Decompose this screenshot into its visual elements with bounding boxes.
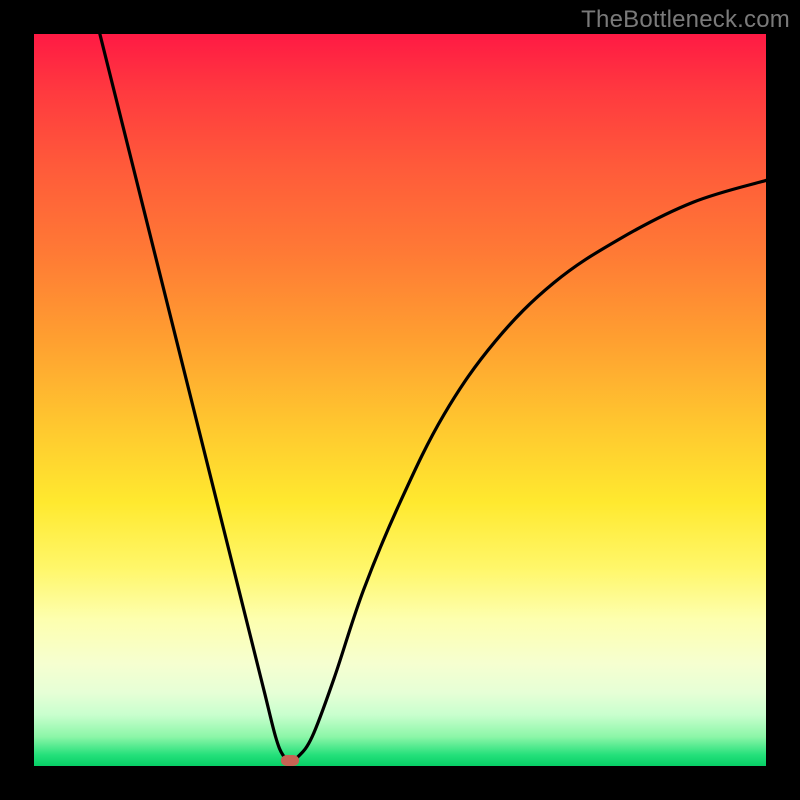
watermark-text: TheBottleneck.com <box>581 6 790 34</box>
min-marker <box>281 755 299 766</box>
chart-frame: TheBottleneck.com <box>0 0 800 800</box>
plot-area <box>34 34 766 766</box>
curve-path <box>100 34 766 760</box>
curve-svg <box>34 34 766 766</box>
